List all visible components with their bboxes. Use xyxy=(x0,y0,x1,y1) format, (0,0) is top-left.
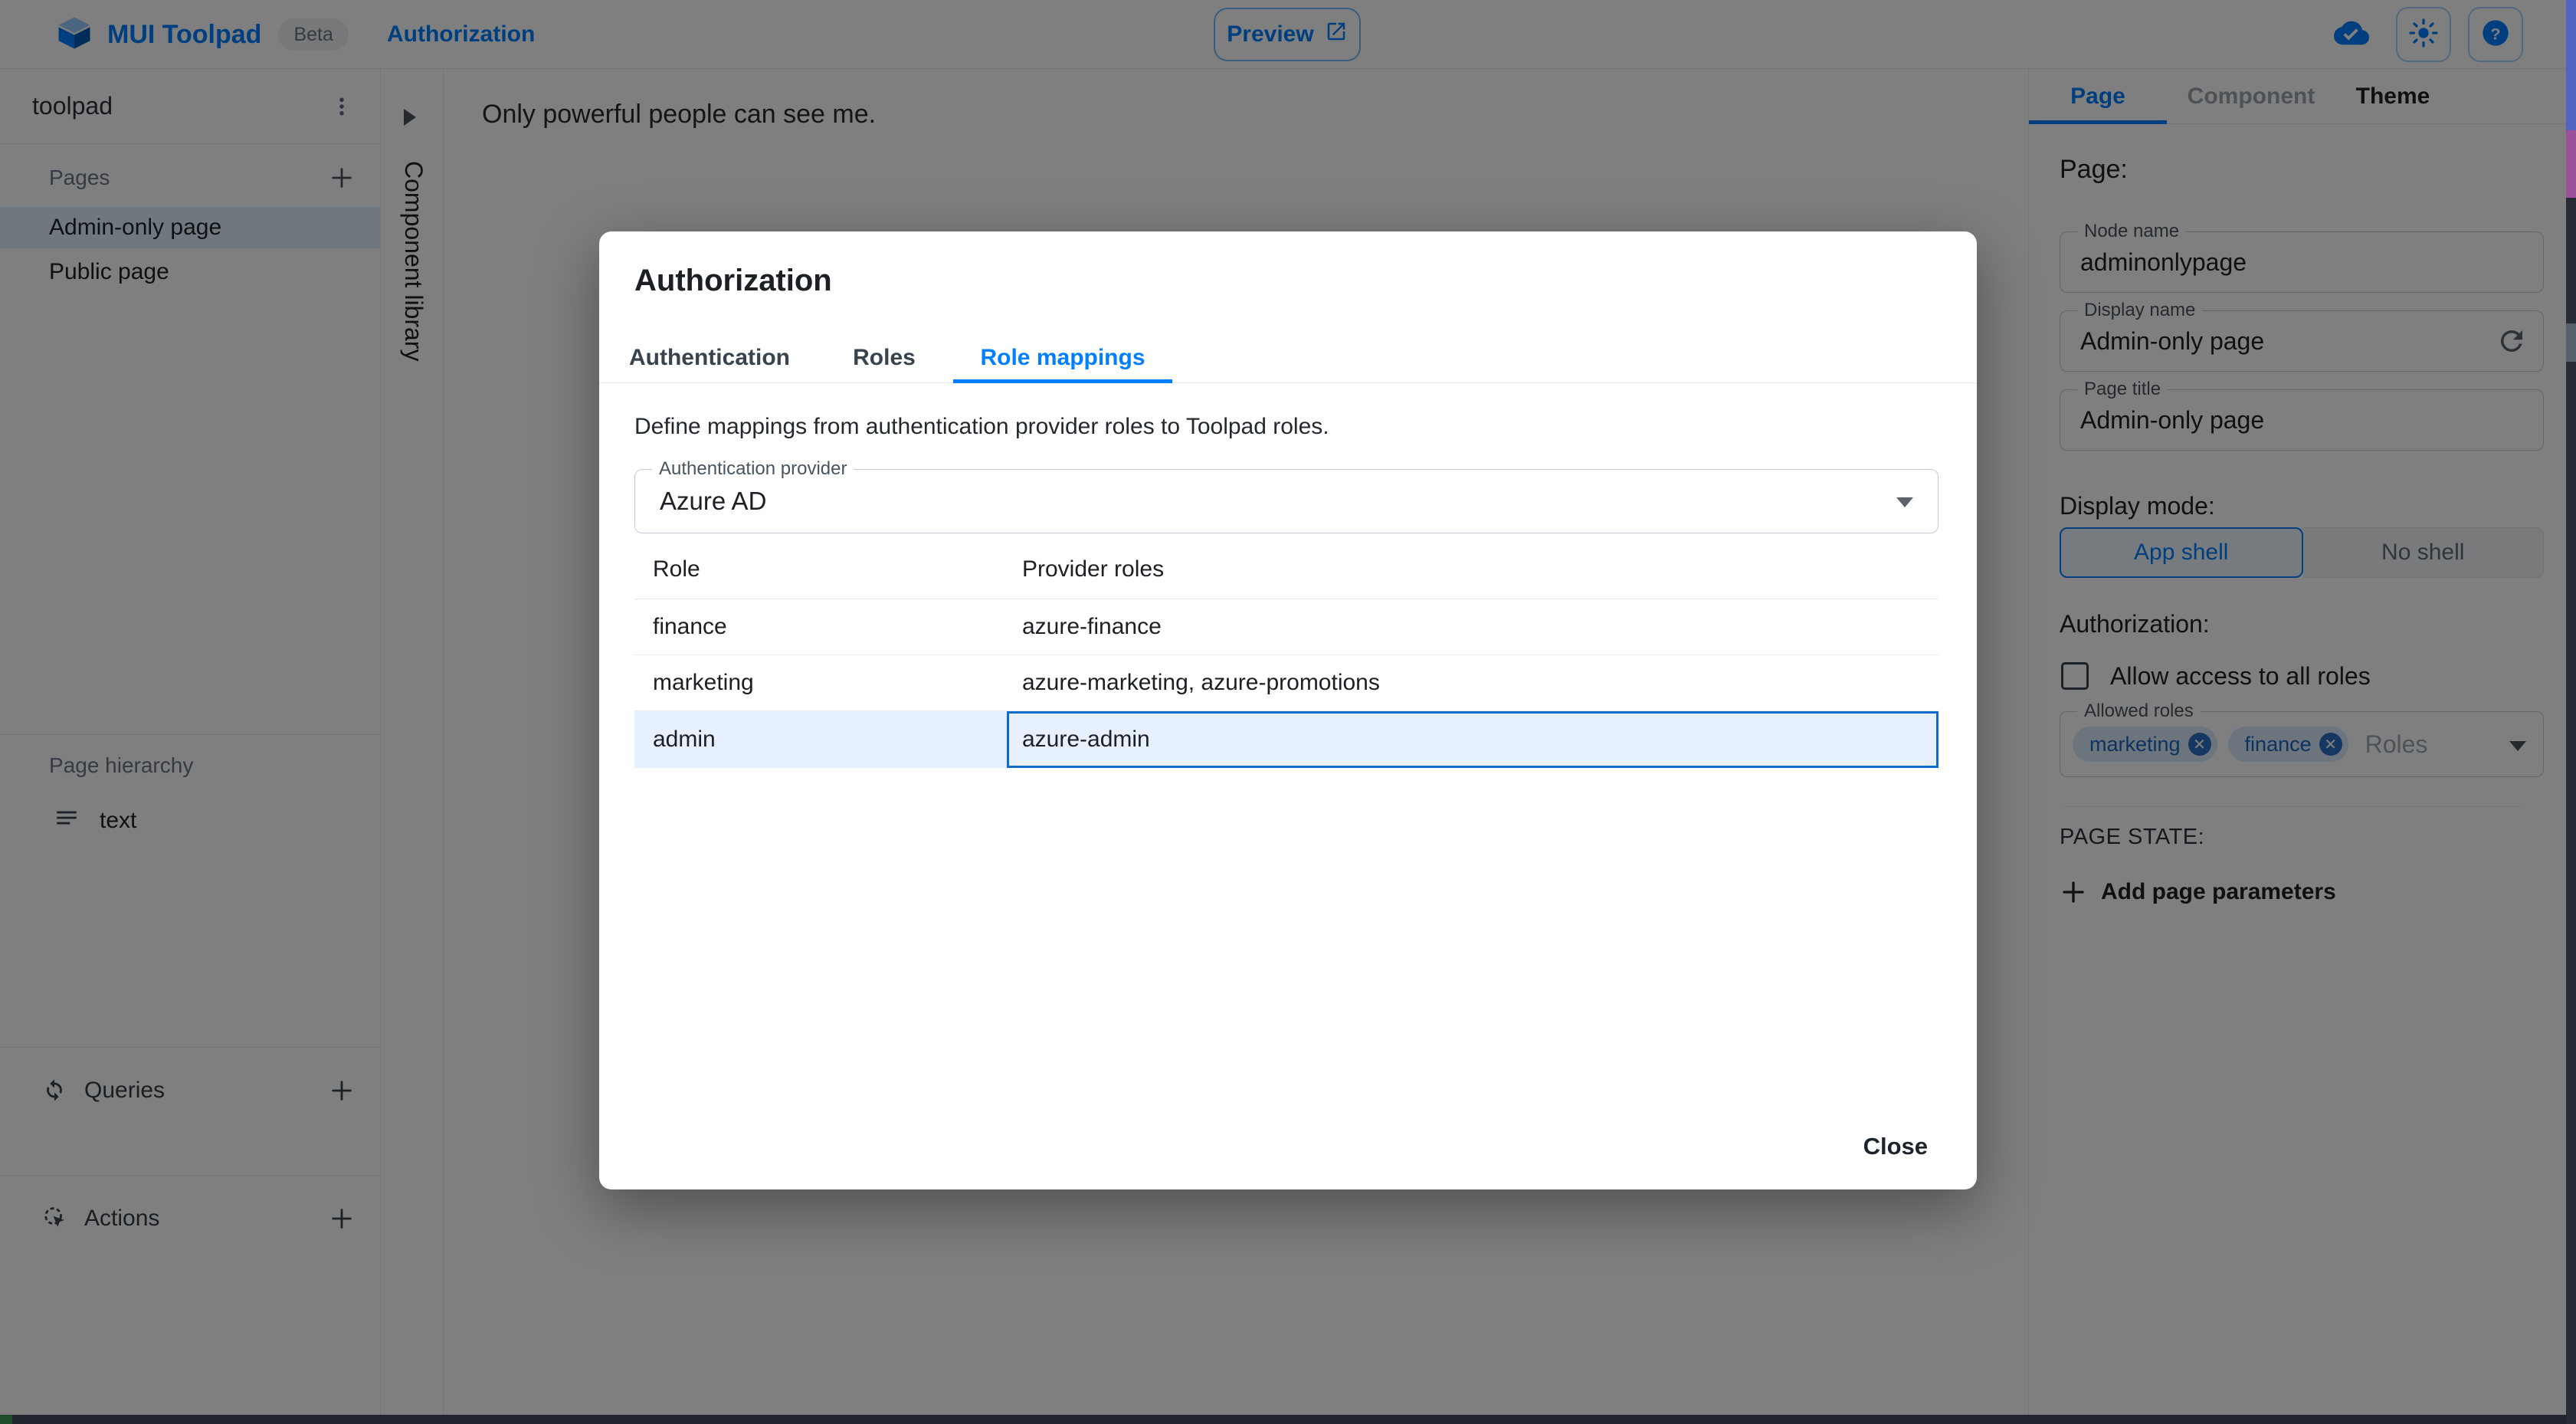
chevron-down-icon xyxy=(1896,497,1913,507)
role-cell[interactable]: admin xyxy=(634,727,1007,753)
table-row-selected[interactable]: admin azure-admin xyxy=(634,711,1939,768)
scrollbar-thumb[interactable] xyxy=(2566,323,2576,362)
scrollbar-segment xyxy=(2566,0,2576,130)
column-header-provider-roles: Provider roles xyxy=(1022,556,1165,582)
column-header-role: Role xyxy=(653,556,700,582)
tab-roles[interactable]: Roles xyxy=(815,333,953,383)
tab-label: Authentication xyxy=(629,345,790,370)
dialog-description: Define mappings from authentication prov… xyxy=(634,414,1329,439)
tab-role-mappings[interactable]: Role mappings xyxy=(953,333,1172,383)
table-row[interactable]: finance azure-finance xyxy=(634,599,1939,655)
role-cell[interactable]: marketing xyxy=(634,670,1007,696)
auth-provider-value: Azure AD xyxy=(660,487,767,515)
table-header-row: Role Provider roles xyxy=(634,540,1939,599)
provider-roles-cell[interactable]: azure-marketing, azure-promotions xyxy=(1007,670,1939,696)
role-cell[interactable]: finance xyxy=(634,614,1007,640)
provider-roles-cell[interactable]: azure-finance xyxy=(1007,614,1939,640)
scrollbar-segment xyxy=(2566,130,2576,198)
tab-label: Roles xyxy=(853,345,916,370)
window-bottom-edge xyxy=(0,1415,2566,1424)
dialog-tabs: Authentication Roles Role mappings xyxy=(604,333,1172,383)
close-button[interactable]: Close xyxy=(1848,1122,1943,1171)
browser-scrollbar[interactable] xyxy=(2566,0,2576,1424)
authorization-dialog: Authorization Authentication Roles Role … xyxy=(599,231,1977,1189)
provider-roles-cell[interactable]: azure-admin xyxy=(1007,727,1939,753)
dialog-title: Authorization xyxy=(634,264,832,297)
tab-label: Role mappings xyxy=(980,345,1145,370)
window-corner xyxy=(0,1415,12,1424)
screen: MUI Toolpad Beta Authorization Preview xyxy=(0,0,2576,1424)
role-mappings-table: Role Provider roles finance azure-financ… xyxy=(634,540,1939,768)
table-row[interactable]: marketing azure-marketing, azure-promoti… xyxy=(634,655,1939,711)
auth-provider-select[interactable]: Authentication provider Azure AD xyxy=(634,458,1939,533)
divider xyxy=(599,382,1977,383)
tab-authentication[interactable]: Authentication xyxy=(604,333,815,383)
